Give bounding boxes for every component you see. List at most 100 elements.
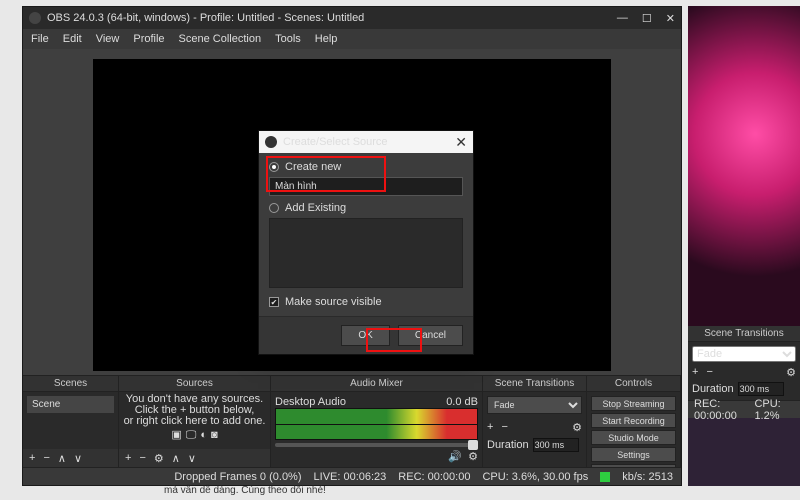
stop-streaming-button[interactable]: Stop Streaming	[591, 396, 676, 411]
scenes-panel: Scenes Scene + − ∧ ∨	[23, 376, 119, 467]
window-buttons: — ☐ ✕	[617, 12, 675, 25]
menu-view[interactable]: View	[96, 33, 120, 45]
duration-input[interactable]	[738, 382, 784, 396]
globe-icon: ◐	[200, 430, 207, 441]
sources-empty[interactable]: You don't have any sources. Click the + …	[119, 392, 270, 449]
close-icon[interactable]: ✕	[455, 134, 467, 151]
create-new-label: Create new	[285, 161, 341, 173]
sources-header: Sources	[119, 376, 270, 392]
remove-icon[interactable]: −	[501, 421, 507, 433]
transition-select[interactable]: Fade	[487, 396, 582, 414]
menu-profile[interactable]: Profile	[133, 33, 164, 45]
transitions-body: Fade + − ⚙ Duration	[483, 392, 586, 467]
radio-icon	[269, 162, 279, 172]
transitions-header: Scene Transitions	[483, 376, 586, 392]
window-title: OBS 24.0.3 (64-bit, windows) - Profile: …	[47, 12, 364, 24]
add-existing-label: Add Existing	[285, 202, 346, 214]
monitor-icon: 🖵	[186, 430, 197, 441]
checkbox-icon: ✔	[269, 297, 279, 307]
status-dropped: Dropped Frames 0 (0.0%)	[174, 471, 301, 483]
menu-scene-collection[interactable]: Scene Collection	[179, 33, 262, 45]
dialog-body: Create new Add Existing ✔ Make source vi…	[259, 153, 473, 316]
controls-header: Controls	[587, 376, 680, 392]
side-status-rec: REC: 00:00:00	[694, 398, 746, 422]
side-status-cpu: CPU: 1.2%	[754, 398, 794, 422]
statusbar: Dropped Frames 0 (0.0%) LIVE: 00:06:23 R…	[23, 467, 681, 485]
scene-item[interactable]: Scene	[27, 396, 114, 413]
camera-icon: ◙	[211, 430, 218, 441]
obs-logo-icon	[29, 12, 41, 24]
add-icon[interactable]: +	[487, 421, 493, 433]
duration-label: Duration	[487, 439, 529, 451]
side-trans-header: Scene Transitions	[688, 326, 800, 342]
sources-placeholder-icons: ▣ 🖵 ◐ ◙	[121, 430, 268, 441]
dialog-title: Create/Select Source	[283, 136, 388, 148]
gear-icon[interactable]: ⚙	[154, 452, 164, 465]
status-live: LIVE: 00:06:23	[314, 471, 387, 483]
obs-logo-icon	[265, 136, 277, 148]
menu-file[interactable]: File	[31, 33, 49, 45]
mixer-header: Audio Mixer	[271, 376, 482, 392]
scenes-list[interactable]: Scene	[23, 392, 118, 449]
audio-mixer-panel: Audio Mixer Desktop Audio 0.0 dB 🔊 ⚙	[271, 376, 483, 467]
bottom-panels: Scenes Scene + − ∧ ∨ Sources You don't h…	[23, 375, 681, 467]
side-peek: Scene Transitions Fade + − ⚙ Duration RE…	[688, 6, 800, 486]
duration-label: Duration	[692, 383, 734, 395]
down-icon[interactable]: ∨	[74, 452, 82, 465]
sources-tools: + − ⚙ ∧ ∨	[119, 449, 270, 467]
gear-icon[interactable]: ⚙	[572, 421, 582, 434]
studio-mode-button[interactable]: Studio Mode	[591, 430, 676, 445]
down-icon[interactable]: ∨	[188, 452, 196, 465]
status-cpu: CPU: 3.6%, 30.00 fps	[482, 471, 588, 483]
menu-tools[interactable]: Tools	[275, 33, 301, 45]
titlebar: OBS 24.0.3 (64-bit, windows) - Profile: …	[23, 7, 681, 29]
existing-sources-list[interactable]	[269, 218, 463, 288]
transitions-panel: Scene Transitions Fade + − ⚙ Duration	[483, 376, 587, 467]
maximize-icon[interactable]: ☐	[642, 12, 652, 25]
add-icon[interactable]: +	[692, 366, 698, 378]
radio-icon	[269, 203, 279, 213]
create-new-radio[interactable]: Create new	[269, 161, 463, 173]
add-icon[interactable]: +	[29, 452, 35, 464]
create-source-dialog: Create/Select Source ✕ Create new Add Ex…	[258, 130, 474, 355]
dialog-titlebar: Create/Select Source ✕	[259, 131, 473, 153]
scenes-header: Scenes	[23, 376, 118, 392]
remove-icon[interactable]: −	[43, 452, 49, 464]
side-statusbar: REC: 00:00:00 CPU: 1.2%	[688, 400, 800, 418]
volume-slider[interactable]	[275, 443, 478, 447]
add-existing-radio[interactable]: Add Existing	[269, 202, 463, 214]
sources-panel: Sources You don't have any sources. Clic…	[119, 376, 271, 467]
menu-edit[interactable]: Edit	[63, 33, 82, 45]
side-preview-image	[688, 6, 800, 326]
mixer-body: Desktop Audio 0.0 dB 🔊 ⚙	[271, 392, 482, 467]
menubar: File Edit View Profile Scene Collection …	[23, 29, 681, 49]
remove-icon[interactable]: −	[706, 366, 712, 378]
up-icon[interactable]: ∧	[172, 452, 180, 465]
status-rec: REC: 00:00:00	[398, 471, 470, 483]
status-indicator-icon	[600, 472, 610, 482]
speaker-icon[interactable]: 🔊	[448, 450, 462, 463]
add-icon[interactable]: +	[125, 452, 131, 464]
mixer-track-label: Desktop Audio	[275, 396, 346, 408]
source-name-input[interactable]	[269, 177, 463, 196]
menu-help[interactable]: Help	[315, 33, 338, 45]
gear-icon[interactable]: ⚙	[468, 450, 478, 463]
remove-icon[interactable]: −	[139, 452, 145, 464]
duration-input[interactable]	[533, 438, 579, 452]
minimize-icon[interactable]: —	[617, 12, 628, 25]
side-panels: Scene Transitions Fade + − ⚙ Duration	[688, 326, 800, 400]
settings-button[interactable]: Settings	[591, 447, 676, 462]
make-visible-label: Make source visible	[285, 296, 382, 308]
mixer-db: 0.0 dB	[446, 396, 478, 408]
up-icon[interactable]: ∧	[58, 452, 66, 465]
make-visible-checkbox[interactable]: ✔ Make source visible	[269, 296, 463, 308]
image-icon: ▣	[171, 430, 181, 441]
transition-select[interactable]: Fade	[692, 346, 796, 362]
status-kbs: kb/s: 2513	[622, 471, 673, 483]
gear-icon[interactable]: ⚙	[786, 366, 796, 379]
ok-button[interactable]: OK	[341, 325, 389, 346]
scenes-tools: + − ∧ ∨	[23, 449, 118, 467]
cancel-button[interactable]: Cancel	[398, 325, 463, 346]
close-icon[interactable]: ✕	[666, 12, 675, 25]
start-recording-button[interactable]: Start Recording	[591, 413, 676, 428]
